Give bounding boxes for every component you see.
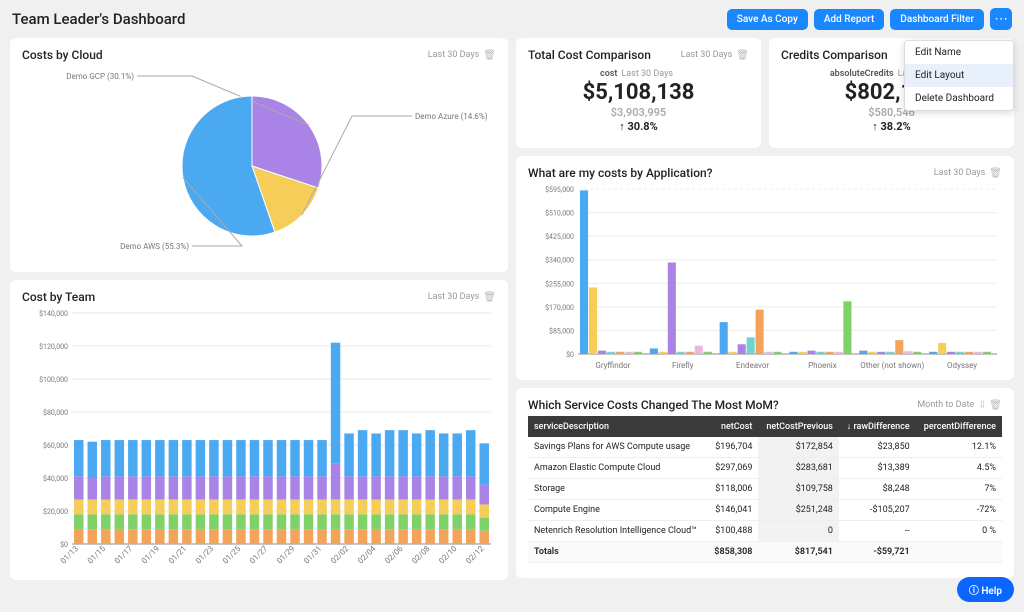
svg-text:02/04: 02/04 <box>356 544 378 566</box>
page-title: Team Leader's Dashboard <box>12 10 721 28</box>
svg-text:$40,000: $40,000 <box>43 475 68 483</box>
app-bar-chart: $0 $85,000 $170,000 $255,000 $340,000 $425,00… <box>528 184 1002 374</box>
svg-text:02/06: 02/06 <box>383 544 405 566</box>
table-header[interactable]: ↓ rawDifference <box>839 416 916 437</box>
delete-icon[interactable]: 🗑 <box>483 292 496 303</box>
range-label: Last 30 Days <box>934 168 986 178</box>
svg-text:Endeavor: Endeavor <box>736 361 769 370</box>
menu-edit-layout[interactable]: Edit Layout <box>905 64 1013 87</box>
table-header[interactable]: netCost <box>707 416 758 437</box>
delete-icon[interactable]: 🗑 <box>483 50 496 61</box>
card-costs-by-app: What are my costs by Application? Last 3… <box>516 156 1014 380</box>
range-label: Last 30 Days <box>428 292 480 302</box>
svg-text:01/19: 01/19 <box>140 544 161 565</box>
card-costs-by-cloud: Costs by Cloud Last 30 Days 🗑 Demo GCP (… <box>10 38 508 272</box>
menu-delete-dashboard[interactable]: Delete Dashboard <box>905 87 1013 110</box>
dashboard-filter-button[interactable]: Dashboard Filter <box>890 9 984 30</box>
download-icon[interactable]: ⇩ <box>978 400 986 411</box>
svg-text:01/25: 01/25 <box>221 544 243 566</box>
save-as-copy-button[interactable]: Save As Copy <box>727 9 808 30</box>
svg-text:02/10: 02/10 <box>437 544 459 566</box>
table-row: Amazon Elastic Compute Cloud$297,069$283… <box>528 458 1002 479</box>
delete-icon[interactable]: 🗑 <box>736 50 749 61</box>
svg-text:$425,000: $425,000 <box>545 233 574 241</box>
kpi-metric: cost <box>600 69 617 79</box>
menu-edit-name[interactable]: Edit Name <box>905 41 1013 64</box>
table-header[interactable]: serviceDescription <box>528 416 707 437</box>
svg-text:$100,000: $100,000 <box>39 376 68 384</box>
range-label: Month to Date <box>917 400 974 410</box>
help-button[interactable]: ⓘ Help <box>957 577 1014 602</box>
card-title: Cost by Team <box>22 290 428 304</box>
svg-text:02/08: 02/08 <box>410 544 432 566</box>
kpi-delta: ↑ 38.2% <box>781 120 1002 133</box>
table-totals: Totals$858,308$817,541-$59,721 <box>528 542 1002 563</box>
svg-text:01/17: 01/17 <box>113 544 135 566</box>
kpi-delta: ↑ 30.8% <box>528 120 749 133</box>
card-cost-by-team: Cost by Team Last 30 Days 🗑 $0 $20,000 $40… <box>10 280 508 580</box>
svg-text:$20,000: $20,000 <box>43 508 68 516</box>
svg-text:02/12: 02/12 <box>464 544 486 566</box>
kpi-value: $5,108,138 <box>528 80 749 105</box>
svg-text:$120,000: $120,000 <box>39 343 68 351</box>
table-row: Savings Plans for AWS Compute usage$196,… <box>528 437 1002 458</box>
svg-text:01/27: 01/27 <box>248 544 270 566</box>
card-title: Total Cost Comparison <box>528 48 681 62</box>
svg-text:01/21: 01/21 <box>167 544 188 565</box>
svg-text:01/15: 01/15 <box>86 544 108 566</box>
more-menu-button[interactable]: ⋯ <box>990 8 1012 30</box>
delete-icon[interactable]: 🗑 <box>989 168 1002 179</box>
svg-text:02/02: 02/02 <box>329 544 351 566</box>
mom-table: serviceDescriptionnetCostnetCostPrevious… <box>528 416 1002 563</box>
delete-icon[interactable]: 🗑 <box>989 400 1002 411</box>
table-header[interactable]: netCostPrevious <box>758 416 838 437</box>
svg-text:Other (not shown): Other (not shown) <box>860 361 924 370</box>
svg-text:$170,000: $170,000 <box>545 304 574 312</box>
table-header[interactable]: percentDifference <box>916 416 1002 437</box>
range-label: Last 30 Days <box>681 50 733 60</box>
card-mom-table: Which Service Costs Changed The Most MoM… <box>516 388 1014 578</box>
pie-chart: Demo GCP (30.1%) Demo Azure (14.6%) Demo A… <box>22 66 496 266</box>
svg-text:$255,000: $255,000 <box>545 280 574 288</box>
kpi-metric: absoluteCredits <box>830 69 894 79</box>
card-title: What are my costs by Application? <box>528 166 934 180</box>
add-report-button[interactable]: Add Report <box>814 9 884 30</box>
team-bar-chart: $0 $20,000 $40,000 $60,000 $80,000 $100,000 $1… <box>22 308 496 574</box>
svg-text:$510,000: $510,000 <box>545 210 574 218</box>
svg-text:$60,000: $60,000 <box>43 442 68 450</box>
table-row: Netenrich Resolution Intelligence Cloud™… <box>528 521 1002 542</box>
range-label: Last 30 Days <box>428 50 480 60</box>
svg-text:$80,000: $80,000 <box>43 409 68 417</box>
svg-text:$340,000: $340,000 <box>545 257 574 265</box>
svg-text:$0: $0 <box>60 541 68 549</box>
svg-text:Demo AWS (55.3%): Demo AWS (55.3%) <box>120 242 189 251</box>
card-title: Which Service Costs Changed The Most MoM… <box>528 398 917 412</box>
table-row: Storage$118,006$109,758$8,2487% <box>528 479 1002 500</box>
svg-text:$85,000: $85,000 <box>549 327 574 335</box>
svg-text:Phoenix: Phoenix <box>808 361 837 370</box>
card-title: Costs by Cloud <box>22 48 428 62</box>
svg-text:Odyssey: Odyssey <box>947 361 977 370</box>
svg-text:$0: $0 <box>566 351 574 359</box>
svg-text:$140,000: $140,000 <box>39 310 68 318</box>
svg-text:01/29: 01/29 <box>275 544 296 565</box>
kpi-previous: $3,903,995 <box>528 106 749 119</box>
svg-text:Firefly: Firefly <box>672 361 694 370</box>
svg-text:01/23: 01/23 <box>194 544 215 565</box>
svg-text:Demo Azure (14.6%): Demo Azure (14.6%) <box>415 112 488 121</box>
more-menu: Edit Name Edit Layout Delete Dashboard <box>904 40 1014 111</box>
svg-text:Demo GCP (30.1%): Demo GCP (30.1%) <box>66 72 134 81</box>
table-row: Compute Engine$146,041$251,248-$105,207-… <box>528 500 1002 521</box>
card-total-cost: Total Cost Comparison Last 30 Days 🗑 cos… <box>516 38 761 148</box>
svg-text:01/31: 01/31 <box>302 544 323 565</box>
svg-text:$595,000: $595,000 <box>545 186 574 194</box>
svg-text:Gryffindor: Gryffindor <box>595 361 630 370</box>
